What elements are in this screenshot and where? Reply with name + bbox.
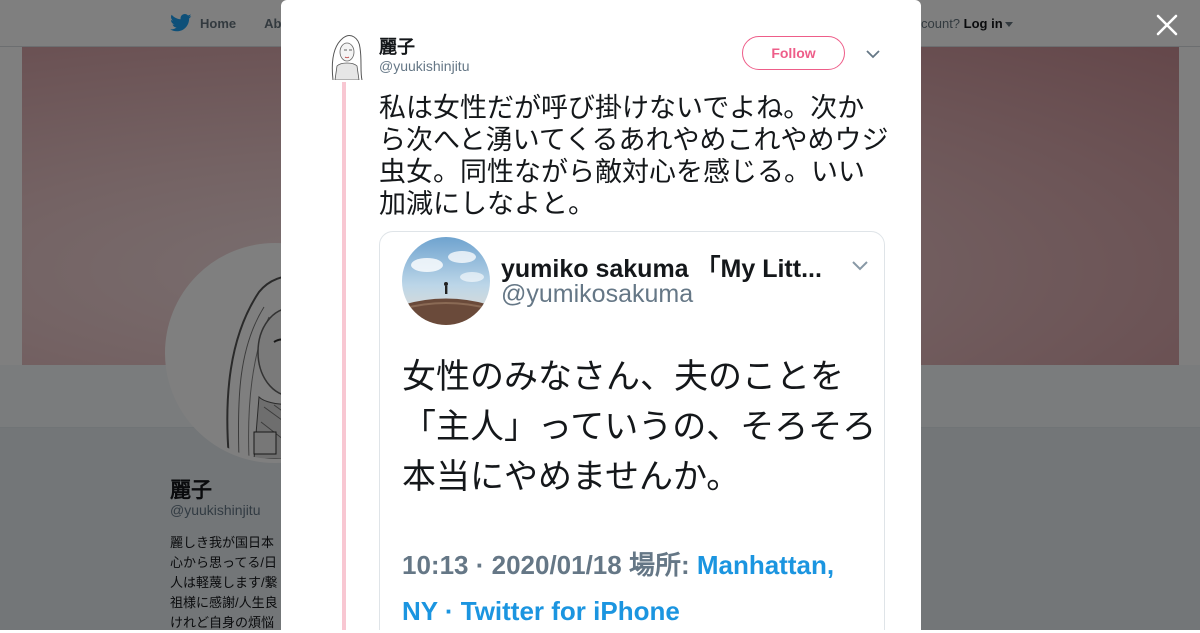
- close-icon[interactable]: [1154, 12, 1180, 38]
- quoted-text-line: 本当にやめませんか。: [402, 458, 741, 496]
- tweet-text: 私は女性だが呼び掛けないでよね。次から次へと湧いてくるあれやめこれやめウジ虫女。…: [379, 93, 889, 219]
- quoted-text: 女性のみなさん、夫のことを 「主人」っていうの、そろそろ 本当にやめませんか。: [402, 352, 877, 502]
- quoted-text-line: 「主人」っていうの、そろそろ: [402, 408, 877, 446]
- quoted-meta: 10:13 · 2020/01/18 場所: Manhattan, NY · T…: [402, 542, 872, 630]
- quoted-place: Manhattan,: [696, 550, 835, 580]
- chevron-down-icon: [852, 261, 868, 271]
- quoted-text-line: 女性のみなさん、夫のことを: [402, 358, 844, 396]
- quoted-avatar: [402, 237, 490, 325]
- tweet-image[interactable]: yumiko sakuma 「My Litt... @yumikosakuma …: [379, 231, 885, 630]
- quoted-time: 10:13 · 2020/01/18 場所:: [402, 550, 697, 580]
- follow-button[interactable]: Follow: [742, 36, 845, 70]
- chevron-down-icon[interactable]: [864, 46, 882, 62]
- quoted-handle: @yumikosakuma: [501, 280, 694, 308]
- author-handle[interactable]: @yuukishinjitu: [379, 58, 469, 74]
- tweet-modal: 麗子 @yuukishinjitu Follow 私は女性だが呼び掛けないでよね…: [281, 0, 921, 630]
- author-avatar[interactable]: [325, 32, 365, 80]
- quoted-source: NY · Twitter for iPhone: [402, 596, 680, 626]
- author-name[interactable]: 麗子: [379, 33, 415, 59]
- thread-line: [342, 82, 346, 630]
